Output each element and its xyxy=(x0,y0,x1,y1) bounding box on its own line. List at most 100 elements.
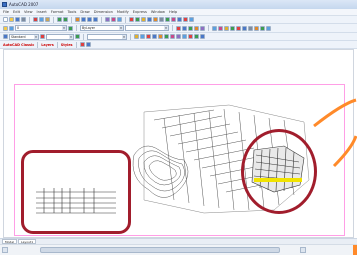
workspace-icon[interactable] xyxy=(79,42,85,47)
chevron-down-icon: ▾ xyxy=(62,26,66,30)
scroll-left-icon[interactable] xyxy=(2,247,8,253)
grid-icon[interactable] xyxy=(164,34,169,39)
chevron-down-icon: ▾ xyxy=(119,26,123,30)
view-icon[interactable] xyxy=(176,34,181,39)
line-icon[interactable] xyxy=(176,25,181,31)
polyline-icon[interactable] xyxy=(194,25,199,31)
table-style-icon[interactable] xyxy=(75,34,80,39)
dim-style-icon[interactable] xyxy=(40,34,45,39)
menu-file[interactable]: File xyxy=(3,10,9,14)
menu-modify[interactable]: Modify xyxy=(117,10,129,14)
chevron-down-icon: ▾ xyxy=(34,34,38,39)
express-icon[interactable] xyxy=(129,17,134,22)
move-icon[interactable] xyxy=(212,25,217,31)
text-icon[interactable] xyxy=(141,17,146,22)
render-icon[interactable] xyxy=(182,34,187,39)
menu-express[interactable]: Express xyxy=(133,10,147,14)
workspace-label[interactable]: AutoCAD Classic xyxy=(3,43,34,47)
osnap-icon[interactable] xyxy=(146,34,151,39)
cut-icon[interactable] xyxy=(33,17,38,22)
ref-edit-icon[interactable] xyxy=(200,34,205,39)
window-title: AutoCAD 2007 xyxy=(9,2,39,7)
toolbar-separator xyxy=(101,16,102,23)
redo-icon[interactable] xyxy=(63,17,68,22)
layer-icon[interactable] xyxy=(3,25,8,31)
workspace-toolbar: AutoCAD Classic Layers Styles xyxy=(0,41,357,49)
fillet-icon[interactable] xyxy=(254,25,259,31)
layer-tool-icon[interactable] xyxy=(165,17,170,22)
polar-icon[interactable] xyxy=(158,34,163,39)
make-current-icon[interactable] xyxy=(68,25,73,31)
styles-toolbar: Standard ▾ ▾ ▾ xyxy=(0,33,357,41)
xref-icon[interactable] xyxy=(171,17,176,22)
explode-icon[interactable] xyxy=(260,25,265,31)
menu-help[interactable]: Help xyxy=(169,10,177,14)
menu-window[interactable]: Window xyxy=(151,10,165,14)
pan-icon[interactable] xyxy=(75,17,80,22)
color-icon[interactable] xyxy=(134,34,139,39)
mirror-icon[interactable] xyxy=(248,25,253,31)
menu-format[interactable]: Format xyxy=(51,10,64,14)
layers-label[interactable]: Layers xyxy=(41,43,54,47)
menu-tools[interactable]: Tools xyxy=(68,10,77,14)
ucs-icon[interactable] xyxy=(170,34,175,39)
menu-dimension[interactable]: Dimension xyxy=(94,10,113,14)
erase-icon[interactable] xyxy=(236,25,241,31)
array-icon[interactable] xyxy=(266,25,271,31)
tool-palette-icon[interactable] xyxy=(117,17,122,22)
image-icon[interactable] xyxy=(177,17,182,22)
paste-icon[interactable] xyxy=(45,17,50,22)
linetype-dropdown[interactable]: ByLayer ▾ xyxy=(80,25,124,31)
zoom-icon[interactable] xyxy=(81,17,86,22)
undo-icon[interactable] xyxy=(57,17,62,22)
arc-icon[interactable] xyxy=(188,25,193,31)
layer-state-icon[interactable] xyxy=(9,25,14,31)
circle-icon[interactable] xyxy=(182,25,187,31)
plot-style-dropdown[interactable]: ▾ xyxy=(87,33,127,40)
properties-icon[interactable] xyxy=(105,17,110,22)
left-callout xyxy=(21,150,131,234)
menu-draw[interactable]: Draw xyxy=(80,10,89,14)
stop-icon[interactable] xyxy=(183,17,188,22)
app-icon xyxy=(2,2,7,7)
styles-label[interactable]: Styles xyxy=(61,43,73,47)
copy-icon[interactable] xyxy=(39,17,44,22)
text-style-icon[interactable] xyxy=(3,34,8,39)
ortho-icon[interactable] xyxy=(152,34,157,39)
toolbar-separator xyxy=(37,41,39,48)
block-icon[interactable] xyxy=(135,17,140,22)
offset-icon[interactable] xyxy=(242,25,247,31)
design-center-icon[interactable] xyxy=(111,17,116,22)
zoom-previous-icon[interactable] xyxy=(93,17,98,22)
save-icon[interactable] xyxy=(15,17,20,22)
new-icon[interactable] xyxy=(3,17,8,22)
rectangle-icon[interactable] xyxy=(200,25,205,31)
trim-icon[interactable] xyxy=(230,25,235,31)
hatch-icon[interactable] xyxy=(153,17,158,22)
print-icon[interactable] xyxy=(21,17,26,22)
layer-dropdown[interactable]: 0 ▾ xyxy=(15,25,67,31)
orange-arc xyxy=(313,98,357,168)
scroll-thumb[interactable] xyxy=(40,247,280,253)
help-icon[interactable] xyxy=(189,17,194,22)
text-style-dropdown[interactable]: Standard ▾ xyxy=(9,33,39,40)
dim-style-dropdown[interactable]: ▾ xyxy=(46,33,74,40)
zoom-window-icon[interactable] xyxy=(87,17,92,22)
rotate-icon[interactable] xyxy=(218,25,223,31)
attribute-icon[interactable] xyxy=(194,34,199,39)
inquiry-icon[interactable] xyxy=(188,34,193,39)
resize-grip[interactable] xyxy=(353,245,357,255)
menu-insert[interactable]: Insert xyxy=(37,10,47,14)
menu-edit[interactable]: Edit xyxy=(13,10,20,14)
scale-icon[interactable] xyxy=(224,25,229,31)
lineweight-dropdown[interactable]: ▾ xyxy=(125,25,169,31)
dim-icon[interactable] xyxy=(147,17,152,22)
measure-icon[interactable] xyxy=(159,17,164,22)
horizontal-scrollbar[interactable] xyxy=(0,244,357,255)
workspace-settings-icon[interactable] xyxy=(85,42,91,47)
menu-view[interactable]: View xyxy=(24,10,33,14)
toolbar-separator xyxy=(53,16,54,23)
snap-icon[interactable] xyxy=(140,34,145,39)
scroll-right-icon[interactable] xyxy=(300,247,306,253)
open-icon[interactable] xyxy=(9,17,14,22)
